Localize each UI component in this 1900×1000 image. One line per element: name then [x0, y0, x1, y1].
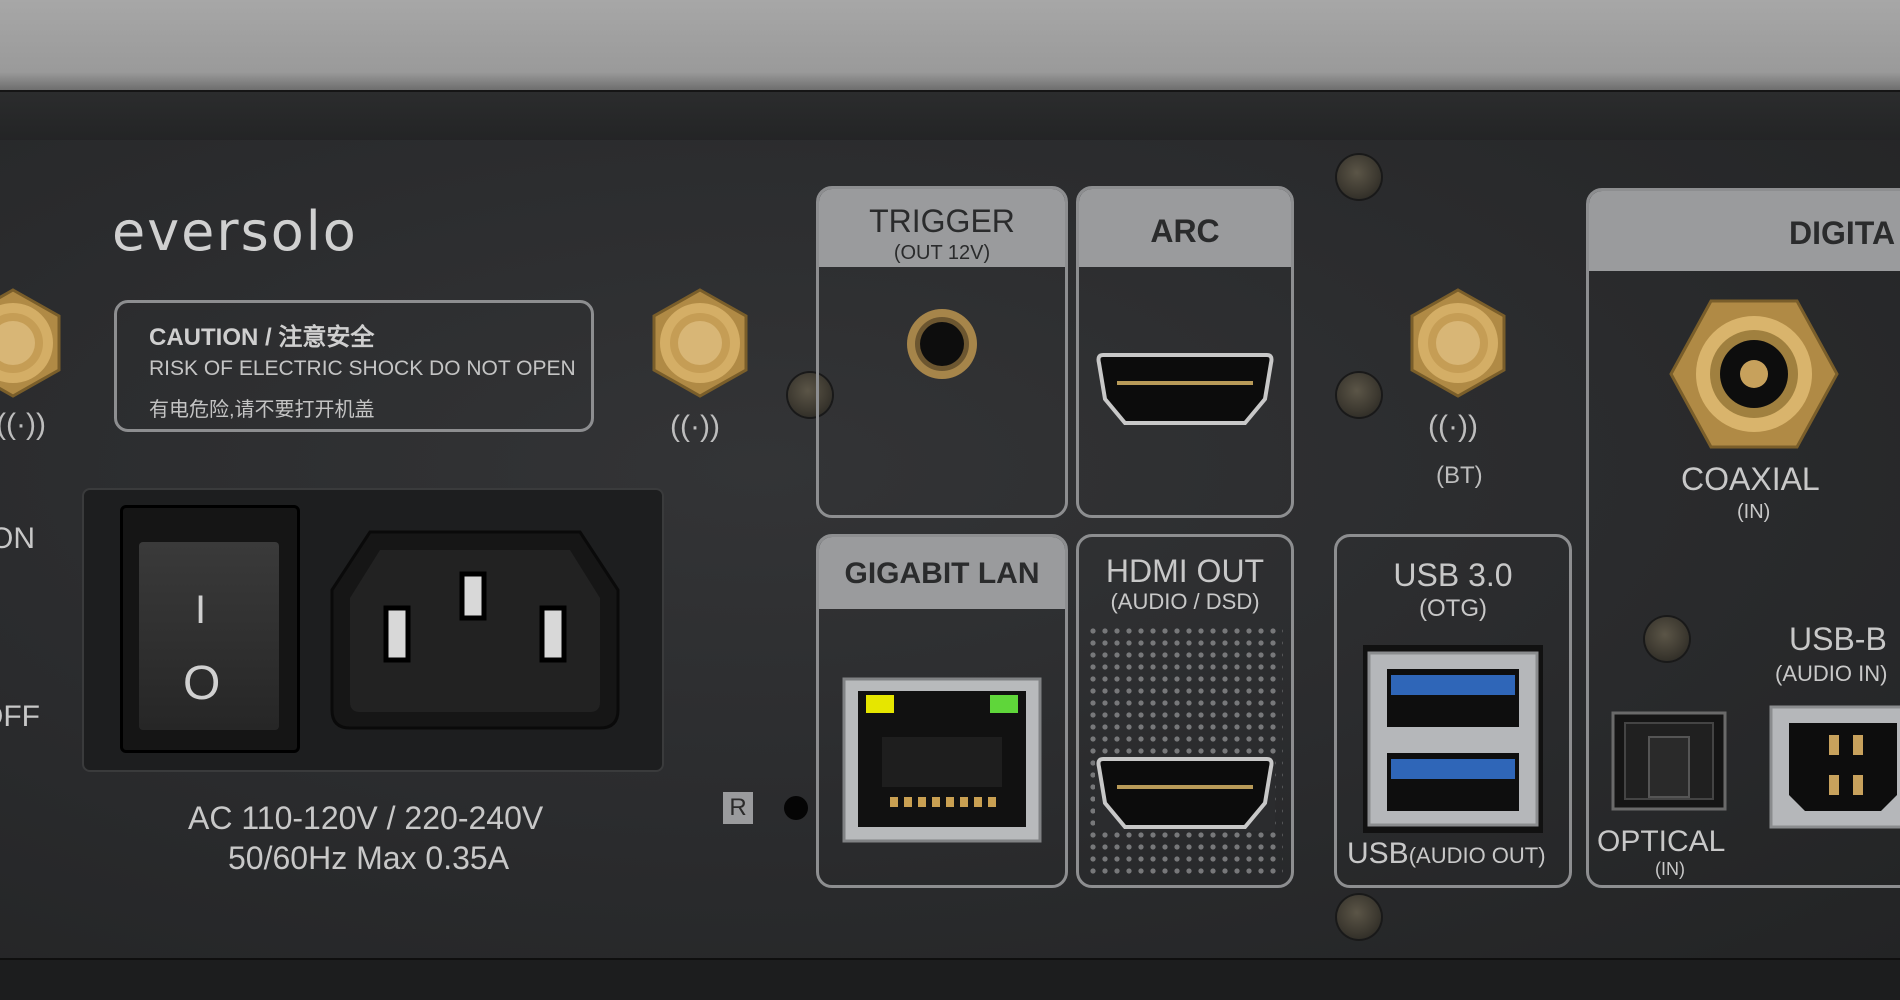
- usb-a-port-icon[interactable]: [1363, 645, 1543, 833]
- caution-label: CAUTION / 注意安全 RISK OF ELECTRIC SHOCK DO…: [114, 300, 594, 432]
- panel-screw: [1337, 155, 1381, 199]
- led-green: [990, 695, 1018, 713]
- antenna-connector-wifi[interactable]: [643, 286, 757, 400]
- antenna-connector-left[interactable]: [0, 286, 70, 400]
- reset-label-text: R: [729, 794, 747, 821]
- brand-logo: eversolo: [112, 200, 358, 263]
- hdmi-port-icon[interactable]: [1095, 351, 1275, 427]
- usb-b-port-icon[interactable]: [1769, 705, 1900, 829]
- chassis-bottom: [0, 958, 1900, 1000]
- digital-section: DIGITA COAXIAL (IN) OPTICAL (IN) USB-B (…: [1586, 188, 1900, 888]
- usbb-subtitle: (AUDIO IN): [1775, 661, 1888, 686]
- reset-label: R: [723, 792, 753, 824]
- device-rear-panel: eversolo CAUTION / 注意安全 RISK OF ELECTRIC…: [0, 0, 1900, 1000]
- usb3-footer-sub: (AUDIO OUT): [1408, 843, 1546, 868]
- arc-header: ARC: [1079, 189, 1291, 267]
- power-on-label: ON: [0, 522, 35, 555]
- usbb-title: USB-B: [1789, 621, 1887, 657]
- coaxial-title: COAXIAL: [1681, 461, 1820, 497]
- lan-title: GIGABIT LAN: [844, 557, 1040, 590]
- arc-title: ARC: [1150, 213, 1220, 249]
- chassis-lip: [0, 90, 1900, 144]
- bt-label: (BT): [1436, 462, 1483, 489]
- antenna-icon: ((·)): [0, 408, 46, 441]
- usb3-title: USB 3.0: [1393, 557, 1513, 593]
- caution-line-2: 有电危险,请不要打开机盖: [149, 399, 375, 421]
- coaxial-subtitle: (IN): [1737, 501, 1771, 523]
- optical-subtitle: (IN): [1655, 859, 1685, 879]
- optical-port-icon[interactable]: [1611, 711, 1727, 811]
- digital-header: DIGITA: [1589, 191, 1900, 271]
- antenna-icon: ((·)): [1428, 410, 1478, 443]
- antenna-icon: ((·)): [670, 410, 720, 443]
- usb3-section: USB 3.0 (OTG) USB(AUDIO OUT): [1334, 534, 1572, 888]
- caution-line-1: RISK OF ELECTRIC SHOCK DO NOT OPEN: [149, 357, 576, 380]
- caution-title-sep: /: [258, 324, 279, 351]
- reset-button[interactable]: [784, 796, 808, 820]
- ethernet-port-icon[interactable]: [842, 677, 1042, 843]
- iec-power-socket[interactable]: [330, 530, 620, 730]
- power-rating-line-2: 50/60Hz Max 0.35A: [228, 840, 510, 876]
- trigger-title: TRIGGER: [869, 203, 1015, 239]
- trigger-subtitle: (OUT 12V): [893, 242, 991, 264]
- led-yellow: [866, 695, 894, 713]
- vent-grille: [1087, 625, 1283, 877]
- arc-section: ARC: [1076, 186, 1294, 518]
- panel-screw: [1337, 373, 1381, 417]
- switch-off-symbol: O: [183, 657, 221, 710]
- hdmi-out-title: HDMI OUT: [1105, 553, 1265, 589]
- usb3-subtitle: (OTG): [1419, 595, 1487, 622]
- panel-screw: [1337, 895, 1381, 939]
- caution-title-cn: 注意安全: [278, 324, 375, 351]
- digital-title: DIGITA: [1789, 215, 1896, 251]
- usb3-footer: USB(AUDIO OUT): [1347, 837, 1546, 871]
- chassis-top: [0, 0, 1900, 90]
- hdmi-port-icon[interactable]: [1095, 755, 1275, 831]
- optical-title: OPTICAL: [1597, 825, 1726, 858]
- hdmi-out-section: HDMI OUT (AUDIO / DSD): [1076, 534, 1294, 888]
- rca-port-icon[interactable]: [1669, 299, 1839, 449]
- switch-on-symbol: I: [195, 588, 207, 632]
- hdmi-out-subtitle: (AUDIO / DSD): [1110, 589, 1260, 614]
- trigger-jack-icon[interactable]: [905, 307, 979, 381]
- power-switch[interactable]: I O: [120, 505, 300, 753]
- usb3-footer-main: USB: [1347, 837, 1409, 870]
- caution-title-en: CAUTION: [149, 324, 259, 351]
- trigger-header: TRIGGER (OUT 12V): [819, 189, 1065, 267]
- lan-header: GIGABIT LAN: [819, 537, 1065, 609]
- lan-section: GIGABIT LAN: [816, 534, 1068, 888]
- power-off-label: OFF: [0, 700, 40, 733]
- antenna-connector-bt[interactable]: [1401, 286, 1515, 400]
- power-rating-line-1: AC 110-120V / 220-240V: [188, 800, 544, 836]
- trigger-section: TRIGGER (OUT 12V): [816, 186, 1068, 518]
